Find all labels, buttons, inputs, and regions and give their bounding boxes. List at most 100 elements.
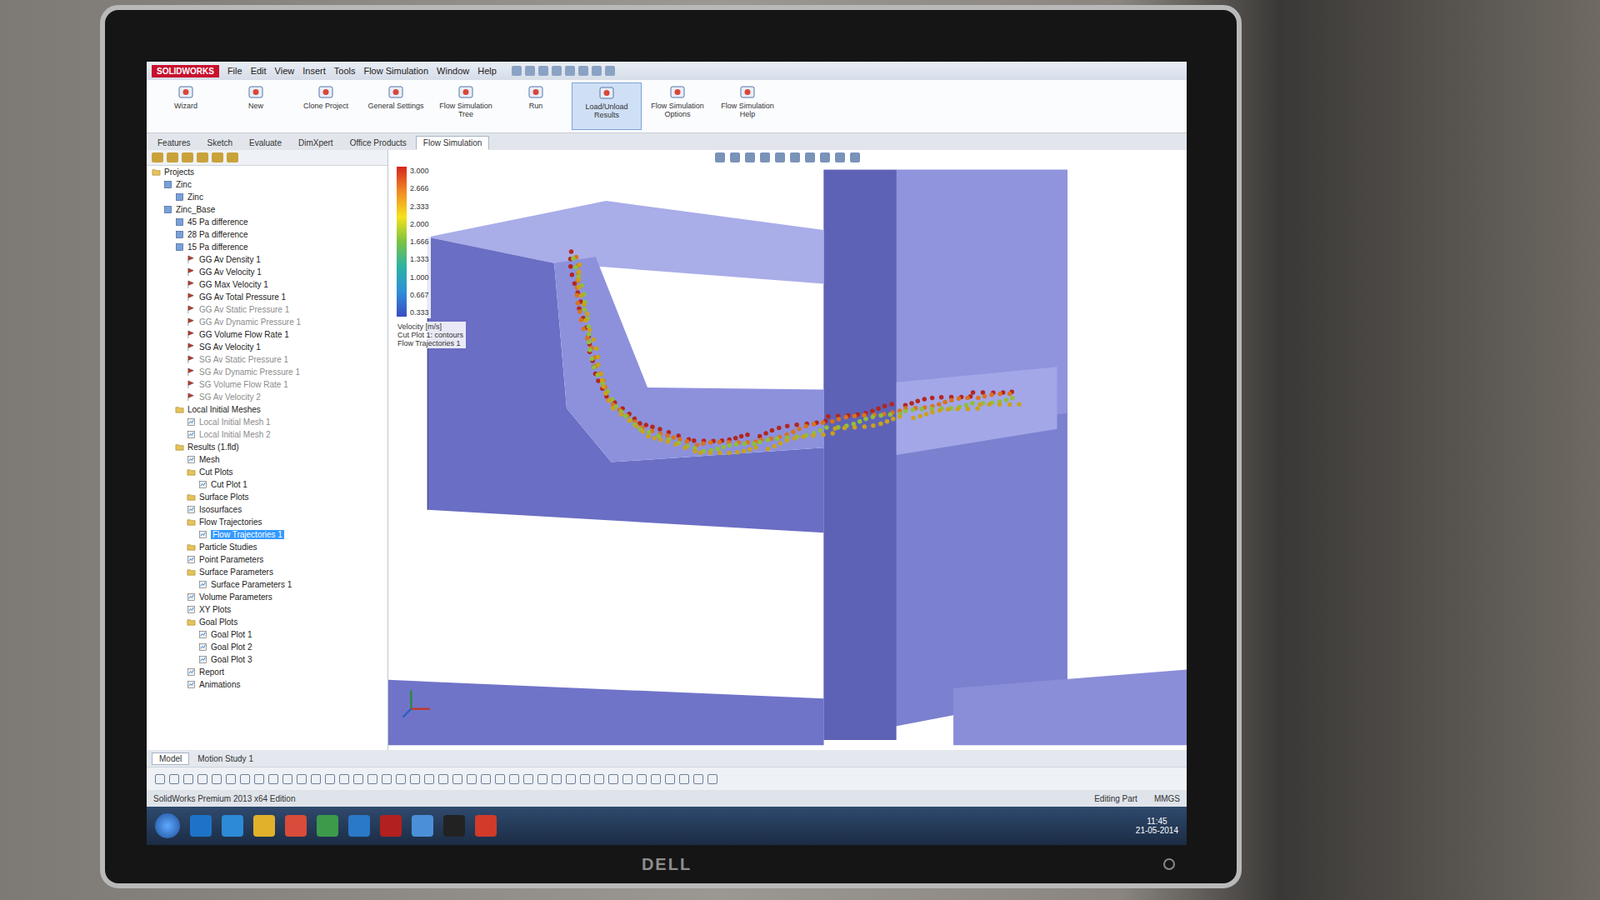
- sketch-tool-icon[interactable]: [310, 774, 321, 785]
- taskbar-app-icon[interactable]: [253, 815, 275, 837]
- ribbon-button[interactable]: Flow Simulation Tree: [431, 82, 500, 130]
- view-icon[interactable]: [760, 152, 770, 163]
- sketch-tool-icon[interactable]: [495, 774, 505, 785]
- sketch-tool-icon[interactable]: [466, 774, 477, 785]
- power-button-icon[interactable]: [1163, 858, 1175, 870]
- sketch-tool-icon[interactable]: [509, 774, 520, 785]
- sketch-tool-icon[interactable]: [395, 774, 406, 785]
- tree-item[interactable]: Surface Parameters 1: [146, 578, 388, 591]
- tree-item[interactable]: Flow Trajectories 1: [146, 528, 388, 541]
- tree-item[interactable]: Zinc: [146, 190, 388, 204]
- view-icon[interactable]: [805, 152, 815, 163]
- tree-item[interactable]: SG Av Velocity 1: [146, 340, 388, 354]
- toolbar-icon[interactable]: [538, 65, 549, 76]
- tree-item[interactable]: Results (1.fld): [146, 440, 388, 454]
- sketch-tool-icon[interactable]: [565, 774, 576, 785]
- sketch-tool-icon[interactable]: [636, 774, 647, 785]
- sketch-tool-icon[interactable]: [650, 774, 661, 785]
- sketch-tool-icon[interactable]: [169, 774, 180, 785]
- sketch-tool-icon[interactable]: [225, 774, 236, 785]
- tree-item[interactable]: Mesh: [146, 453, 388, 466]
- view-icon[interactable]: [745, 152, 755, 163]
- sketch-tool-icon[interactable]: [523, 774, 534, 785]
- view-icon[interactable]: [715, 152, 725, 163]
- sketch-tool-icon[interactable]: [608, 774, 619, 785]
- sketch-tool-icon[interactable]: [452, 774, 463, 785]
- sketch-tool-icon[interactable]: [240, 774, 250, 785]
- sketch-tool-icon[interactable]: [438, 774, 449, 785]
- tree-item[interactable]: Surface Plots: [146, 490, 388, 504]
- tree-item[interactable]: Local Initial Mesh 2: [146, 428, 388, 441]
- model-tab[interactable]: Model: [151, 752, 190, 765]
- ribbon-button[interactable]: New: [221, 82, 290, 130]
- menu-item[interactable]: Window: [436, 65, 470, 76]
- toolbar-icon[interactable]: [565, 65, 575, 76]
- sketch-tool-icon[interactable]: [353, 774, 364, 785]
- menu-item[interactable]: Insert: [302, 65, 326, 76]
- ribbon-button[interactable]: Load/Unload Results: [571, 82, 642, 130]
- tree-item[interactable]: 28 Pa difference: [146, 228, 388, 241]
- sketch-tool-icon[interactable]: [296, 774, 307, 785]
- tree-item[interactable]: Goal Plot 3: [146, 653, 388, 666]
- sketch-tool-icon[interactable]: [183, 774, 194, 785]
- sketch-tool-icon[interactable]: [268, 774, 279, 785]
- tree-item[interactable]: Report: [146, 665, 388, 679]
- tree-item[interactable]: Cut Plot 1: [146, 478, 388, 491]
- sketch-tool-icon[interactable]: [197, 774, 208, 785]
- tree-item[interactable]: SG Av Static Pressure 1: [146, 353, 388, 366]
- view-icon[interactable]: [850, 152, 860, 163]
- sketch-tool-icon[interactable]: [282, 774, 293, 785]
- menu-item[interactable]: Edit: [250, 65, 267, 76]
- ribbon-button[interactable]: Flow Simulation Options: [643, 82, 712, 130]
- tree-item[interactable]: SG Volume Flow Rate 1: [146, 378, 388, 391]
- sketch-tool-icon[interactable]: [665, 774, 675, 785]
- tree-item[interactable]: Local Initial Mesh 1: [146, 415, 388, 429]
- view-icon[interactable]: [775, 152, 785, 163]
- menu-item[interactable]: Flow Simulation: [363, 65, 429, 76]
- menu-item[interactable]: Tools: [334, 65, 356, 76]
- ribbon-button[interactable]: Run: [501, 82, 570, 130]
- tree-item[interactable]: GG Av Velocity 1: [146, 265, 388, 279]
- taskbar-app-icon[interactable]: [316, 815, 339, 837]
- tree-item[interactable]: Goal Plot 1: [146, 628, 388, 641]
- sketch-tool-icon[interactable]: [537, 774, 548, 785]
- sketch-tool-icon[interactable]: [580, 774, 590, 785]
- toolbar-icon[interactable]: [511, 65, 522, 76]
- sketch-tool-icon[interactable]: [424, 774, 435, 785]
- toolbar-icon[interactable]: [551, 65, 562, 76]
- sketch-tool-icon[interactable]: [551, 774, 562, 785]
- taskbar-app-icon[interactable]: [443, 815, 465, 837]
- panel-icon[interactable]: [166, 152, 179, 163]
- tree-item[interactable]: Flow Trajectories: [146, 515, 388, 529]
- taskbar-app-icon[interactable]: [348, 815, 370, 837]
- sketch-tool-icon[interactable]: [707, 774, 718, 785]
- tree-item[interactable]: SG Av Dynamic Pressure 1: [146, 365, 388, 379]
- ribbon-button[interactable]: Flow Simulation Help: [713, 82, 782, 130]
- ribbon-button[interactable]: Wizard: [151, 82, 220, 130]
- tree-item[interactable]: XY Plots: [146, 603, 388, 616]
- model-view[interactable]: [388, 165, 1187, 750]
- command-tab[interactable]: Sketch: [199, 135, 240, 150]
- view-icon[interactable]: [820, 152, 830, 163]
- taskbar-app-icon[interactable]: [285, 815, 307, 837]
- panel-icon[interactable]: [211, 152, 224, 163]
- command-tab[interactable]: Flow Simulation: [415, 135, 490, 150]
- taskbar-app-icon[interactable]: [190, 815, 212, 837]
- command-tab[interactable]: Evaluate: [241, 135, 290, 150]
- taskbar-app-icon[interactable]: [411, 815, 434, 837]
- sketch-tool-icon[interactable]: [381, 774, 392, 785]
- taskbar-app-icon[interactable]: [221, 815, 244, 837]
- sketch-tool-icon[interactable]: [254, 774, 265, 785]
- tree-item[interactable]: GG Av Static Pressure 1: [146, 303, 388, 316]
- panel-icon[interactable]: [181, 152, 194, 163]
- tree-item[interactable]: Animations: [146, 678, 388, 691]
- sketch-tool-icon[interactable]: [622, 774, 633, 785]
- panel-icon[interactable]: [196, 152, 209, 163]
- tree-item[interactable]: Isosurfaces: [146, 503, 388, 516]
- sketch-tool-icon[interactable]: [480, 774, 491, 785]
- tree-item[interactable]: Point Parameters: [146, 553, 388, 566]
- command-tab[interactable]: Features: [150, 135, 198, 150]
- ribbon-button[interactable]: General Settings: [361, 82, 430, 130]
- taskbar-app-icon[interactable]: [475, 815, 497, 837]
- toolbar-icon[interactable]: [591, 65, 602, 76]
